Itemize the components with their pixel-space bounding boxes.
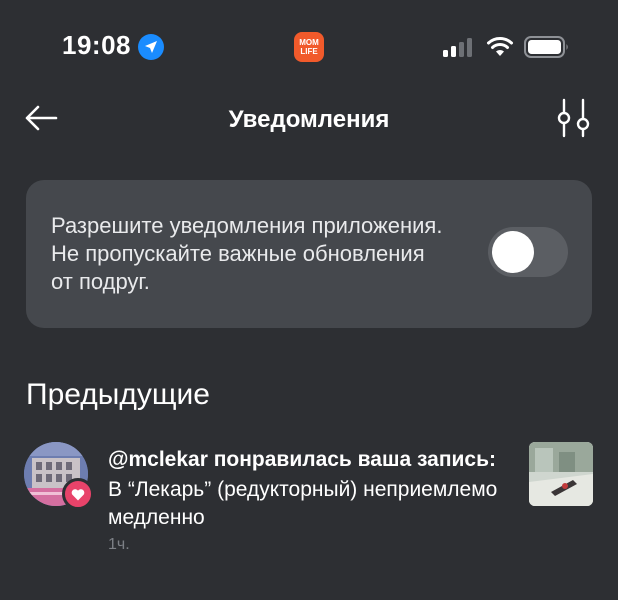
- toggle-knob: [492, 231, 534, 273]
- post-thumbnail[interactable]: [529, 442, 593, 506]
- notification-body: @mclekar понравилась ваша запись: В “Лек…: [108, 446, 508, 554]
- notifications-toggle[interactable]: [488, 227, 568, 277]
- location-icon: [138, 34, 164, 60]
- heart-icon: [71, 488, 85, 500]
- status-time: 19:08: [62, 30, 131, 60]
- notification-title: @mclekar понравилась ваша запись:: [108, 448, 497, 471]
- page-title: Уведомления: [228, 106, 390, 133]
- signal-icon: [443, 38, 472, 57]
- permission-text: Разрешите уведомления приложения. Не про…: [51, 213, 443, 294]
- section-title-previous: Предыдущие: [26, 378, 210, 411]
- wifi-icon: [487, 37, 513, 56]
- heart-badge: [62, 478, 94, 510]
- app-logo-icon: MOM LIFE: [294, 32, 324, 62]
- notification-time: 1ч.: [108, 536, 130, 553]
- notification-permission-card: Разрешите уведомления приложения. Не про…: [26, 180, 592, 328]
- thumbnail-image: [529, 442, 593, 506]
- header: Уведомления: [0, 92, 618, 148]
- battery-icon: [524, 36, 568, 58]
- notification-text: В “Лекарь” (редукторный) неприемлемо мед…: [108, 478, 498, 529]
- sliders-icon[interactable]: [556, 98, 592, 138]
- app-badge-line1: MOM: [299, 38, 319, 47]
- notification-item[interactable]: @mclekar понравилась ваша запись: В “Лек…: [0, 438, 618, 588]
- app-badge-line2: LIFE: [300, 47, 318, 56]
- status-bar: 19:08 MOM LIFE: [0, 0, 618, 92]
